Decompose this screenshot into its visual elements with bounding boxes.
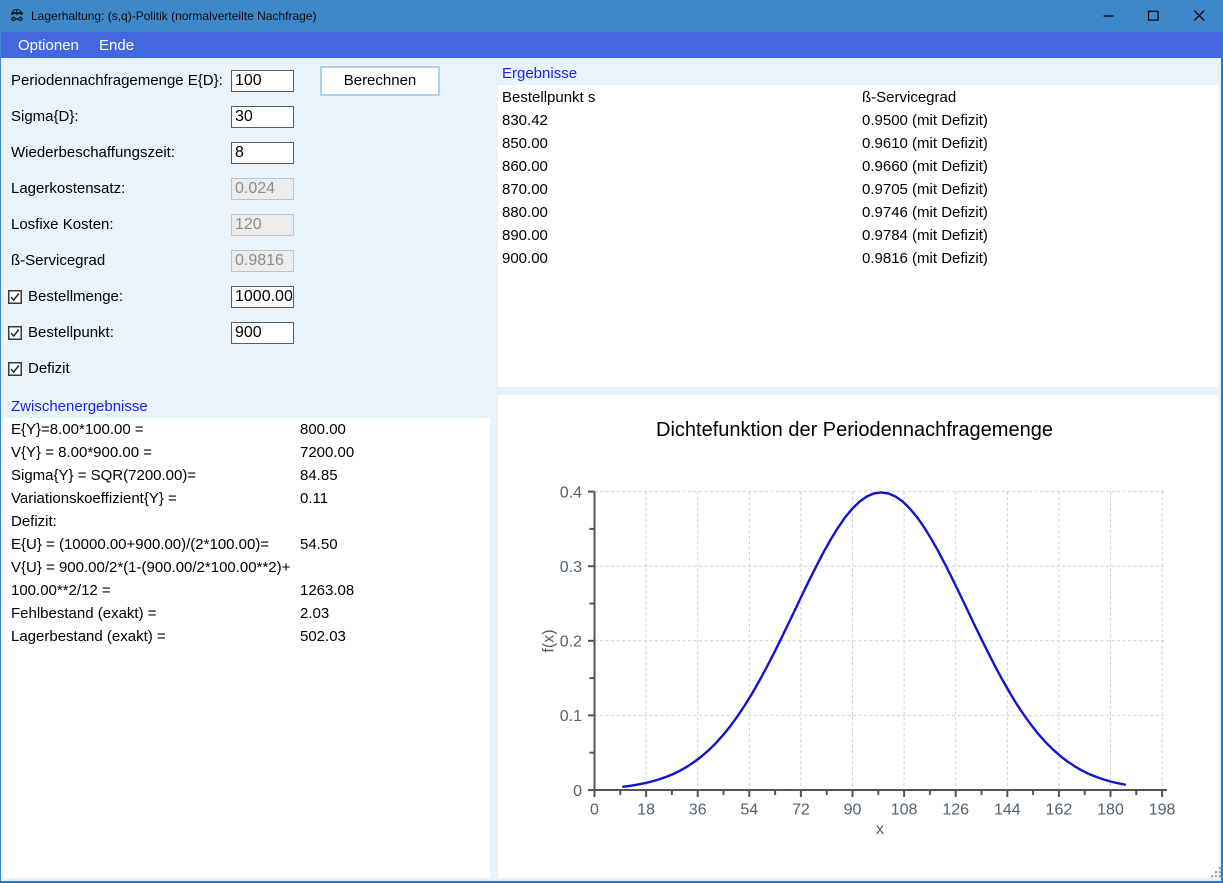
svg-text:0: 0	[573, 783, 582, 800]
svg-text:162: 162	[1046, 802, 1073, 819]
svg-text:36: 36	[689, 802, 707, 819]
svg-text:144: 144	[994, 802, 1021, 819]
svg-text:54: 54	[740, 802, 758, 819]
svg-text:f(x): f(x)	[540, 629, 557, 652]
svg-text:0.2: 0.2	[560, 634, 582, 651]
svg-text:72: 72	[792, 802, 810, 819]
svg-text:180: 180	[1097, 802, 1124, 819]
svg-text:18: 18	[637, 802, 655, 819]
svg-text:0.3: 0.3	[560, 559, 582, 576]
svg-text:0: 0	[590, 802, 599, 819]
svg-text:108: 108	[891, 802, 918, 819]
svg-text:90: 90	[844, 802, 862, 819]
svg-text:0.4: 0.4	[560, 484, 582, 501]
svg-text:x: x	[876, 821, 884, 838]
svg-text:126: 126	[942, 802, 969, 819]
svg-text:198: 198	[1149, 802, 1176, 819]
svg-text:Dichtefunktion der Periodennac: Dichtefunktion der Periodennachfragemeng…	[656, 419, 1053, 441]
svg-text:0.1: 0.1	[560, 708, 582, 725]
